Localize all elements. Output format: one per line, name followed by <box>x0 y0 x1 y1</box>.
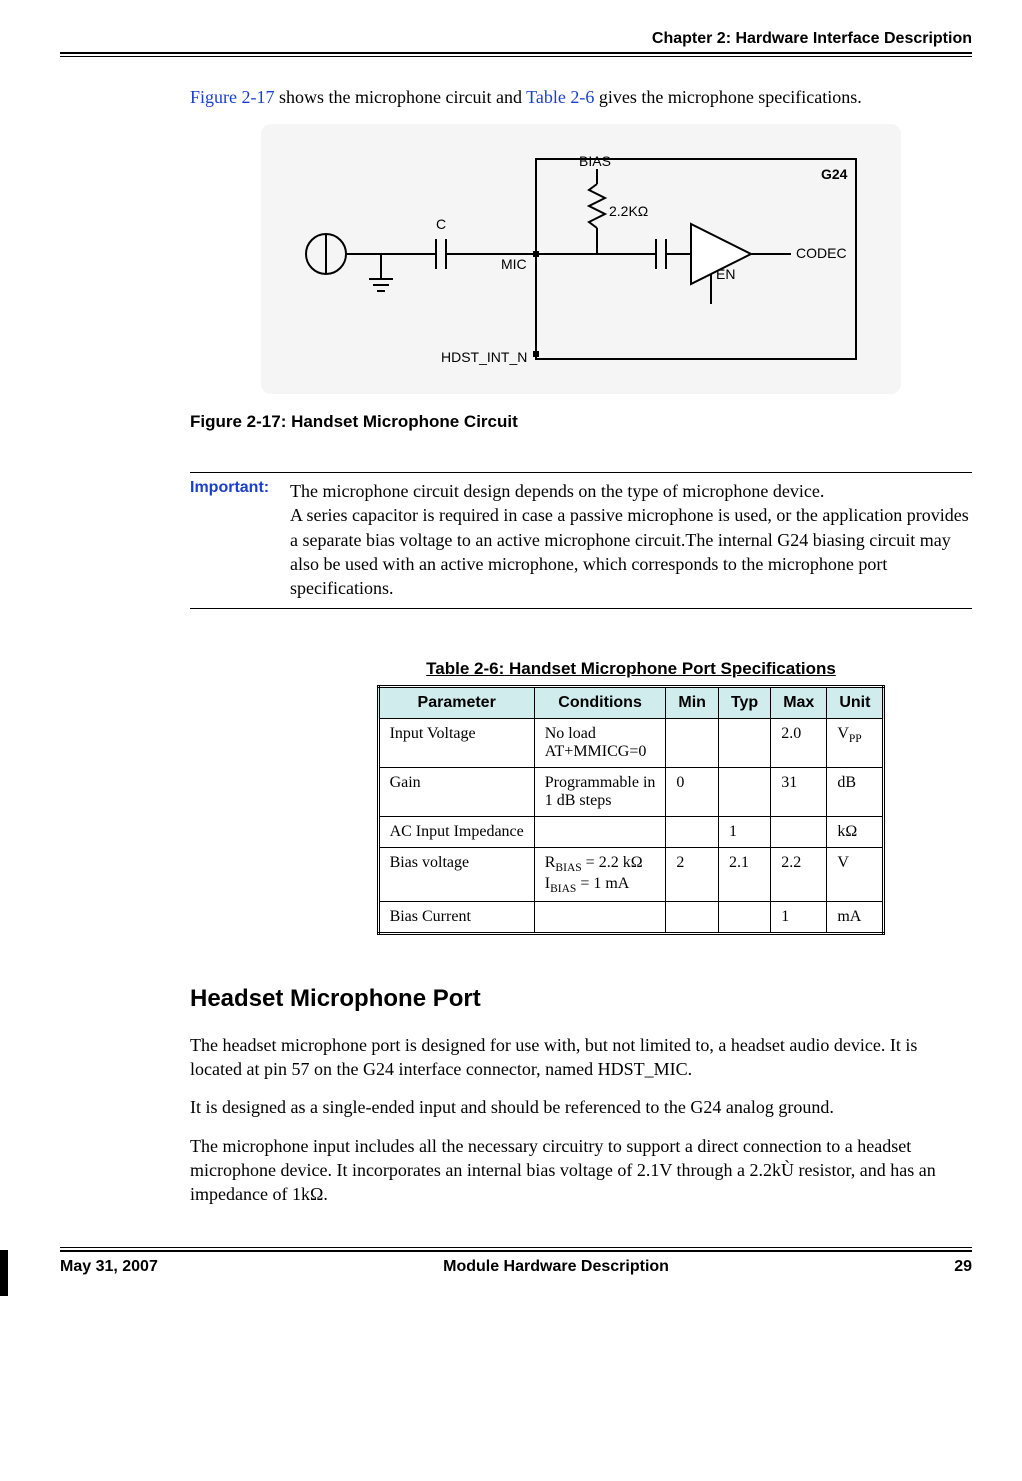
table-row: Bias voltageRBIAS = 2.2 kΩIBIAS = 1 mA22… <box>378 848 884 901</box>
intro-paragraph: Figure 2-17 shows the microphone circuit… <box>190 87 972 108</box>
body-paragraph: The headset microphone port is designed … <box>190 1033 972 1082</box>
table-caption: Table 2-6: Handset Microphone Port Speci… <box>290 659 972 679</box>
important-text: The microphone circuit design depends on… <box>290 479 972 600</box>
td-min <box>666 901 719 933</box>
figure-cross-ref[interactable]: Figure 2-17 <box>190 87 275 107</box>
spec-table: Parameter Conditions Min Typ Max Unit In… <box>377 685 886 934</box>
td-unit: V <box>827 848 884 901</box>
label-g24: G24 <box>821 166 848 182</box>
td-max: 2.0 <box>771 719 827 768</box>
important-label: Important: <box>190 479 290 497</box>
page-edge-tab <box>0 1250 8 1296</box>
footer-page: 29 <box>954 1258 972 1276</box>
td-parameter: Bias Current <box>378 901 534 933</box>
td-parameter: Gain <box>378 768 534 817</box>
table-row: Bias Current 1mA <box>378 901 884 933</box>
th-unit: Unit <box>827 687 884 719</box>
td-min <box>666 817 719 848</box>
section-heading-headset-mic: Headset Microphone Port <box>190 985 972 1013</box>
important-note: Important: The microphone circuit design… <box>190 472 972 609</box>
td-conditions <box>534 817 666 848</box>
td-min: 0 <box>666 768 719 817</box>
td-typ <box>718 768 770 817</box>
label-codec: CODEC <box>796 245 847 261</box>
table-row: GainProgrammable in1 dB steps0 31dB <box>378 768 884 817</box>
td-unit: dB <box>827 768 884 817</box>
figure-caption: Figure 2-17: Handset Microphone Circuit <box>190 412 972 432</box>
td-max: 1 <box>771 901 827 933</box>
th-conditions: Conditions <box>534 687 666 719</box>
td-conditions: Programmable in1 dB steps <box>534 768 666 817</box>
td-conditions: No loadAT+MMICG=0 <box>534 719 666 768</box>
body-paragraph: It is designed as a single-ended input a… <box>190 1095 972 1119</box>
td-parameter: Input Voltage <box>378 719 534 768</box>
td-typ <box>718 901 770 933</box>
td-typ: 1 <box>718 817 770 848</box>
td-conditions <box>534 901 666 933</box>
td-parameter: Bias voltage <box>378 848 534 901</box>
body-paragraph: The microphone input includes all the ne… <box>190 1134 972 1207</box>
td-min: 2 <box>666 848 719 901</box>
pin-hdst <box>533 351 539 357</box>
label-en: EN <box>716 266 735 282</box>
footer-title: Module Hardware Description <box>443 1258 669 1276</box>
label-bias: BIAS <box>579 153 611 169</box>
td-max: 31 <box>771 768 827 817</box>
table-row: AC Input Impedance 1 kΩ <box>378 817 884 848</box>
table-row: Input VoltageNo loadAT+MMICG=0 2.0VPP <box>378 719 884 768</box>
pin-mic <box>533 251 539 257</box>
td-unit: kΩ <box>827 817 884 848</box>
td-typ <box>718 719 770 768</box>
footer-date: May 31, 2007 <box>60 1258 158 1276</box>
td-max <box>771 817 827 848</box>
chapter-header: Chapter 2: Hardware Interface Descriptio… <box>60 30 972 48</box>
table-cross-ref[interactable]: Table 2-6 <box>526 87 594 107</box>
table-header-row: Parameter Conditions Min Typ Max Unit <box>378 687 884 719</box>
th-parameter: Parameter <box>378 687 534 719</box>
label-hdst: HDST_INT_N <box>441 349 527 365</box>
figure-microphone-circuit: G24 C MIC <box>261 124 901 394</box>
td-unit: mA <box>827 901 884 933</box>
td-typ: 2.1 <box>718 848 770 901</box>
th-min: Min <box>666 687 719 719</box>
label-c: C <box>436 216 446 232</box>
label-mic: MIC <box>501 256 527 272</box>
td-parameter: AC Input Impedance <box>378 817 534 848</box>
td-conditions: RBIAS = 2.2 kΩIBIAS = 1 mA <box>534 848 666 901</box>
td-unit: VPP <box>827 719 884 768</box>
td-max: 2.2 <box>771 848 827 901</box>
th-max: Max <box>771 687 827 719</box>
th-typ: Typ <box>718 687 770 719</box>
label-resistor-value: 2.2KΩ <box>609 203 648 219</box>
td-min <box>666 719 719 768</box>
